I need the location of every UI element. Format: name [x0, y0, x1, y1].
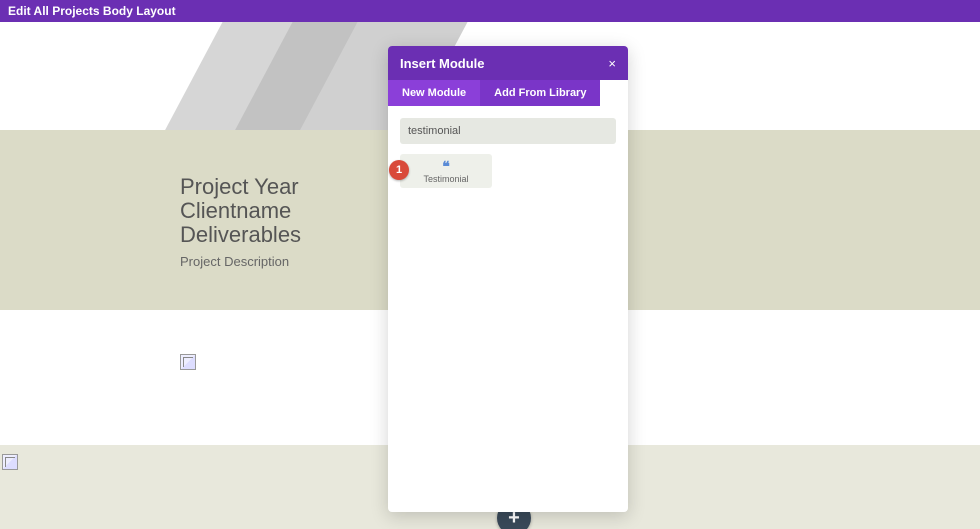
step-badge: 1	[389, 160, 409, 180]
module-search-wrap[interactable]	[400, 118, 616, 144]
page-title-bar: Edit All Projects Body Layout	[0, 0, 980, 22]
modal-header: Insert Module ×	[388, 46, 628, 80]
project-year: Project Year	[180, 176, 301, 198]
project-client: Clientname	[180, 200, 301, 222]
module-grid: 1 ❝ Testimonial	[400, 154, 616, 188]
project-info-block: Project Year Clientname Deliverables Pro…	[180, 176, 301, 269]
page-title: Edit All Projects Body Layout	[8, 4, 176, 18]
project-description: Project Description	[180, 254, 301, 269]
modal-body: 1 ❝ Testimonial	[388, 106, 628, 512]
module-card-testimonial[interactable]: 1 ❝ Testimonial	[400, 154, 492, 188]
broken-image-icon	[180, 354, 196, 370]
tab-add-from-library[interactable]: Add From Library	[480, 80, 600, 106]
module-card-label: Testimonial	[423, 174, 468, 184]
insert-module-modal: Insert Module × New Module Add From Libr…	[388, 46, 628, 512]
tab-new-module[interactable]: New Module	[388, 80, 480, 106]
project-deliverables: Deliverables	[180, 224, 301, 246]
quote-icon: ❝	[442, 159, 450, 173]
close-icon[interactable]: ×	[608, 56, 616, 71]
module-search-input[interactable]	[408, 125, 608, 137]
modal-tabs: New Module Add From Library	[388, 80, 628, 106]
broken-image-icon	[2, 454, 18, 470]
modal-title: Insert Module	[400, 56, 485, 71]
